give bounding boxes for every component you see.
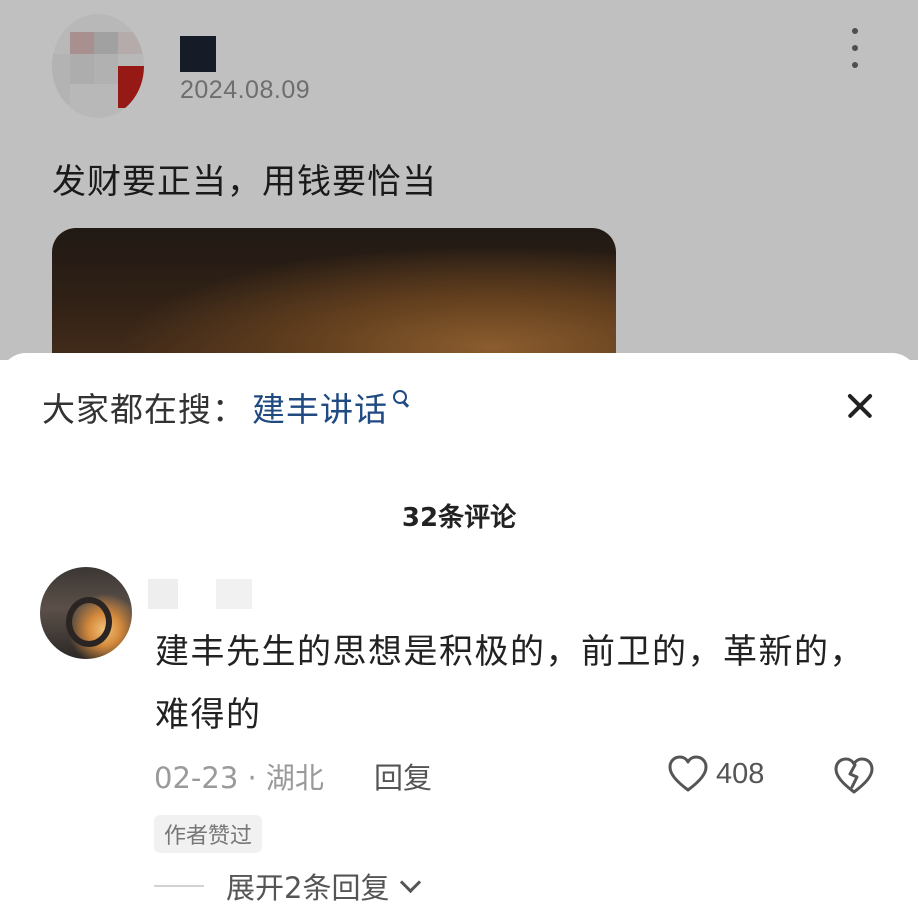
author-liked-badge: 作者赞过 xyxy=(154,815,263,853)
comment-text: 建丰先生的思想是积极的，前卫的，革新的，难得的 xyxy=(155,632,865,735)
reply-button[interactable]: 回复 xyxy=(374,755,432,797)
close-icon[interactable] xyxy=(843,389,877,423)
commenter-avatar[interactable] xyxy=(40,567,132,659)
comment-date-location: 02-23 · 湖北 xyxy=(154,761,324,795)
like-button[interactable]: 408 xyxy=(668,755,764,793)
chevron-down-icon xyxy=(400,871,422,893)
trending-search-label: 大家都在搜： xyxy=(42,390,246,429)
modal-backdrop[interactable] xyxy=(0,0,918,360)
expand-replies-button[interactable]: 展开2条回复 xyxy=(154,865,422,907)
comment-sheet: 大家都在搜： 建丰讲话 32条评论 建丰先生的思想是积极的，前卫的，革新的，难得… xyxy=(0,353,918,910)
trending-search-bar: 大家都在搜： 建丰讲话 xyxy=(42,383,410,431)
like-count: 408 xyxy=(716,757,765,790)
trending-search-link[interactable]: 建丰讲话 xyxy=(252,383,388,431)
commenter-name-redacted[interactable] xyxy=(148,579,178,609)
divider-line xyxy=(154,885,204,887)
heart-icon xyxy=(668,755,708,792)
expand-replies-label: 展开2条回复 xyxy=(226,871,390,905)
search-icon[interactable] xyxy=(392,389,410,407)
commenter-name-redacted[interactable] xyxy=(216,579,252,609)
comment-count-title: 32条评论 xyxy=(401,503,517,533)
broken-heart-icon[interactable] xyxy=(834,757,874,795)
